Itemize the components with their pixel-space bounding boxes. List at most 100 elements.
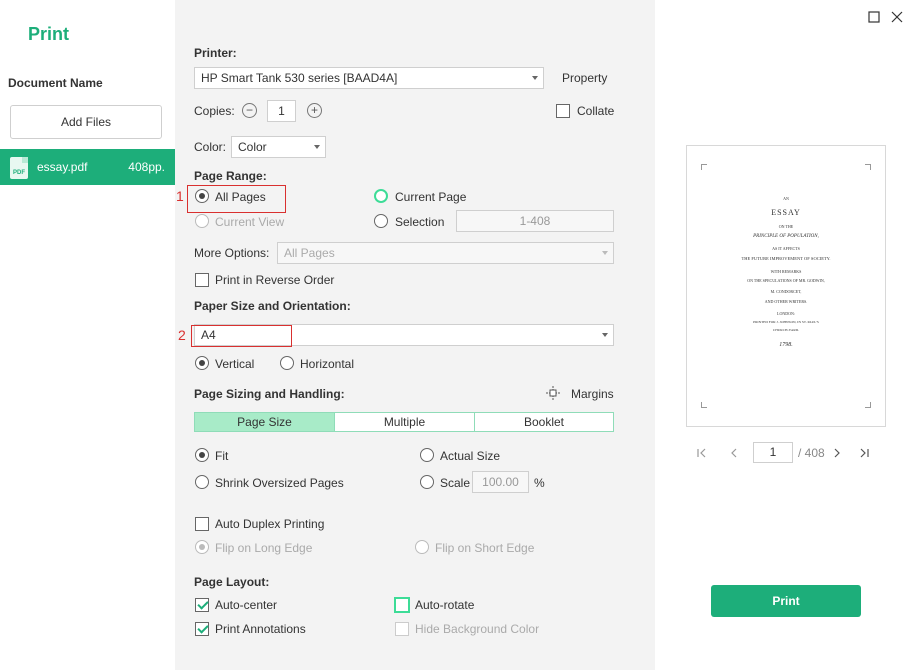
hide-background-label: Hide Background Color	[415, 622, 540, 636]
margins-icon[interactable]	[546, 386, 560, 400]
annotation-box-2	[191, 325, 292, 347]
fit-label: Fit	[215, 449, 229, 463]
add-files-button[interactable]: Add Files	[10, 105, 162, 139]
auto-rotate-checkbox[interactable]	[394, 597, 410, 613]
paper-size-label: Paper Size and Orientation:	[194, 299, 351, 313]
chevron-down-icon	[532, 76, 538, 80]
short-edge-label: Flip on Short Edge	[435, 541, 535, 555]
crop-mark	[701, 402, 707, 408]
auto-center-checkbox[interactable]	[195, 598, 209, 612]
scale-radio[interactable]	[420, 475, 434, 489]
tab-page-size[interactable]: Page Size	[194, 412, 335, 432]
file-page-count: 408pp.	[128, 160, 165, 174]
selection-radio[interactable]	[374, 214, 388, 228]
chevron-down-icon	[314, 145, 320, 149]
total-pages: / 408	[798, 446, 825, 460]
maximize-icon[interactable]	[868, 11, 880, 23]
previous-page-icon[interactable]	[728, 447, 740, 459]
color-label: Color:	[194, 140, 227, 154]
current-page-radio[interactable]	[374, 189, 388, 203]
margins-label[interactable]: Margins	[571, 387, 614, 401]
preview-line: THE FUTURE IMPROVEMENT OF SOCIETY.	[741, 256, 831, 261]
more-options-select[interactable]: All Pages	[277, 242, 614, 264]
preview-line: LONDON:	[777, 311, 795, 316]
document-sidebar: Print Document Name Add Files PDF essay.…	[0, 0, 175, 670]
annotation-number-1: 1	[176, 188, 184, 204]
preview-line: ON THE SPECULATIONS OF MR. GODWIN,	[747, 278, 825, 283]
document-name-header: Document Name	[8, 76, 103, 90]
shrink-radio[interactable]	[195, 475, 209, 489]
preview-line: ESSAY	[771, 208, 801, 217]
preview-line: PRINTED FOR J. JOHNSON, IN ST. PAUL'S	[753, 320, 819, 324]
color-select[interactable]: Color	[231, 136, 326, 158]
scale-unit: %	[534, 476, 545, 490]
long-edge-label: Flip on Long Edge	[215, 541, 313, 555]
last-page-icon[interactable]	[858, 447, 870, 459]
vertical-radio[interactable]	[195, 356, 209, 370]
selection-range-input[interactable]: 1-408	[456, 210, 614, 232]
file-list-item[interactable]: PDF essay.pdf 408pp.	[0, 149, 175, 185]
print-annotations-label: Print Annotations	[215, 622, 306, 636]
preview-line: M. CONDORCET,	[770, 289, 802, 294]
actual-size-radio[interactable]	[420, 448, 434, 462]
more-options-label: More Options:	[194, 246, 270, 260]
preview-line: AS IT AFFECTS	[772, 246, 800, 251]
print-button[interactable]: Print	[711, 585, 861, 617]
hide-background-checkbox[interactable]	[395, 622, 409, 636]
more-options-value: All Pages	[284, 246, 335, 260]
print-annotations-checkbox[interactable]	[195, 622, 209, 636]
preview-line: WITH REMARKS	[770, 269, 802, 274]
printer-select[interactable]: HP Smart Tank 530 series [BAAD4A]	[194, 67, 544, 89]
auto-duplex-label: Auto Duplex Printing	[215, 517, 325, 531]
printer-label: Printer:	[194, 46, 237, 60]
tab-multiple[interactable]: Multiple	[334, 412, 475, 432]
tab-booklet[interactable]: Booklet	[474, 412, 614, 432]
reverse-order-label: Print in Reverse Order	[215, 273, 335, 287]
current-view-label: Current View	[215, 215, 285, 229]
fit-radio[interactable]	[195, 448, 209, 462]
page-sizing-label: Page Sizing and Handling:	[194, 387, 345, 401]
collate-label: Collate	[577, 104, 615, 118]
preview-line: 1798.	[779, 342, 793, 348]
copies-input[interactable]: 1	[267, 100, 296, 122]
crop-mark	[865, 164, 871, 170]
page-range-label: Page Range:	[194, 169, 267, 183]
horizontal-radio[interactable]	[280, 356, 294, 370]
first-page-icon[interactable]	[696, 447, 708, 459]
preview-line: AND OTHER WRITERS.	[764, 299, 808, 304]
auto-rotate-label: Auto-rotate	[415, 598, 475, 612]
app-title: Print	[28, 24, 70, 44]
chevron-down-icon	[602, 251, 608, 255]
long-edge-radio[interactable]	[195, 540, 209, 554]
collate-checkbox[interactable]	[556, 104, 570, 118]
next-page-icon[interactable]	[831, 447, 843, 459]
scale-input[interactable]: 100.00	[472, 471, 529, 493]
page-layout-label: Page Layout:	[194, 575, 270, 589]
preview-line: PRINCIPLE OF POPULATION,	[753, 234, 819, 239]
annotation-number-2: 2	[178, 327, 186, 343]
chevron-down-icon	[602, 333, 608, 337]
crop-mark	[865, 402, 871, 408]
auto-duplex-checkbox[interactable]	[195, 517, 209, 531]
reverse-order-checkbox[interactable]	[195, 273, 209, 287]
close-icon[interactable]	[891, 11, 903, 23]
crop-mark	[701, 164, 707, 170]
page-preview: AN ESSAY ON THE PRINCIPLE OF POPULATION,…	[686, 145, 886, 427]
current-view-radio[interactable]	[195, 214, 209, 228]
file-name: essay.pdf	[37, 160, 88, 174]
vertical-label: Vertical	[215, 357, 255, 371]
minus-icon[interactable]: −	[242, 103, 257, 118]
page-number-input[interactable]: 1	[753, 442, 793, 463]
copies-label: Copies:	[194, 104, 235, 118]
selection-label: Selection	[395, 215, 445, 229]
horizontal-label: Horizontal	[300, 357, 355, 371]
preview-line: CHURCH-YARD.	[772, 328, 800, 332]
pdf-file-icon: PDF	[10, 157, 28, 179]
actual-size-label: Actual Size	[440, 449, 501, 463]
color-value: Color	[238, 140, 267, 154]
property-link[interactable]: Property	[562, 71, 607, 85]
preview-line: AN	[783, 196, 789, 201]
short-edge-radio[interactable]	[415, 540, 429, 554]
plus-icon[interactable]: +	[307, 103, 322, 118]
scale-label: Scale	[440, 476, 471, 490]
